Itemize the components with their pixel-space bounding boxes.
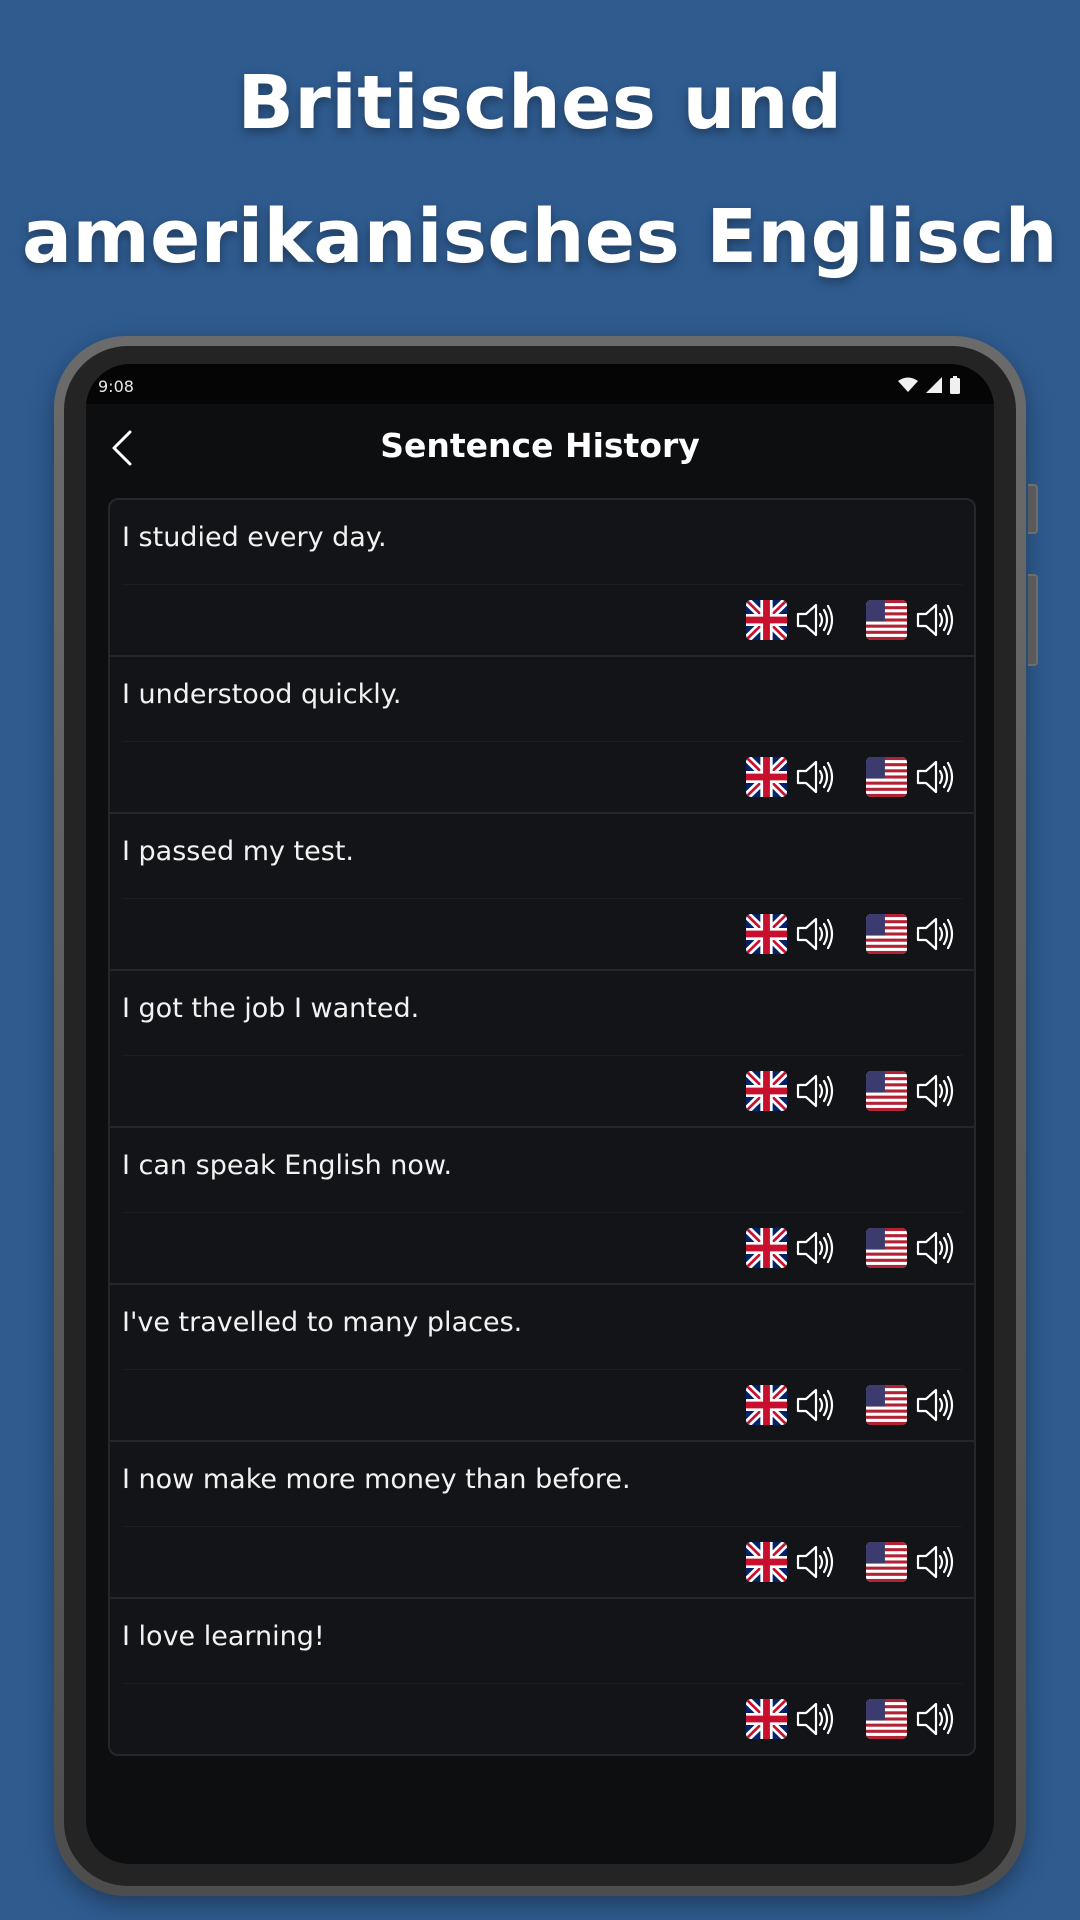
device-volume-button	[1028, 574, 1038, 666]
signal-icon	[926, 377, 942, 393]
sentence-row: I got the job I wanted.	[110, 971, 974, 1128]
row-divider	[122, 1526, 962, 1527]
app-bar: Sentence History	[86, 404, 994, 492]
us-flag-icon	[866, 757, 907, 797]
us-flag-icon	[866, 600, 907, 640]
play-us-audio-button[interactable]	[866, 1228, 955, 1268]
play-uk-audio-button[interactable]	[746, 1699, 835, 1739]
play-uk-audio-button[interactable]	[746, 914, 835, 954]
device-power-button	[1028, 484, 1038, 534]
speaker-icon	[916, 917, 954, 951]
status-time: 9:08	[98, 377, 134, 396]
play-uk-audio-button[interactable]	[746, 1228, 835, 1268]
us-flag-icon	[866, 1228, 907, 1268]
sentence-text: I now make more money than before.	[122, 1464, 631, 1495]
battery-icon	[950, 376, 960, 394]
speaker-icon	[916, 760, 954, 794]
sentence-text: I've travelled to many places.	[122, 1307, 523, 1338]
sentence-row: I can speak English now.	[110, 1128, 974, 1285]
uk-flag-icon	[746, 600, 787, 640]
speaker-icon	[796, 1545, 834, 1579]
sentence-text: I passed my test.	[122, 836, 354, 867]
status-icons	[898, 376, 960, 394]
wifi-icon	[898, 377, 918, 392]
us-flag-icon	[866, 1699, 907, 1739]
sentence-text: I understood quickly.	[122, 679, 402, 710]
speaker-icon	[916, 1231, 954, 1265]
speaker-icon	[796, 603, 834, 637]
sentence-text: I can speak English now.	[122, 1150, 453, 1181]
row-divider	[122, 898, 962, 899]
sentence-list: I studied every day. I understood quickl…	[108, 498, 976, 1756]
row-divider	[122, 1369, 962, 1370]
play-us-audio-button[interactable]	[866, 757, 955, 797]
us-flag-icon	[866, 914, 907, 954]
speaker-icon	[796, 1702, 834, 1736]
promo-headline-line-1: Britisches und	[237, 60, 843, 146]
uk-flag-icon	[746, 1699, 787, 1739]
promo-headline-line-2: amerikanisches Englisch	[22, 194, 1058, 280]
row-divider	[122, 584, 962, 585]
speaker-icon	[916, 1388, 954, 1422]
us-flag-icon	[866, 1542, 907, 1582]
play-us-audio-button[interactable]	[866, 600, 955, 640]
play-us-audio-button[interactable]	[866, 1699, 955, 1739]
sentence-text: I got the job I wanted.	[122, 993, 420, 1024]
sentence-row: I passed my test.	[110, 814, 974, 971]
uk-flag-icon	[746, 1542, 787, 1582]
play-us-audio-button[interactable]	[866, 1385, 955, 1425]
play-uk-audio-button[interactable]	[746, 1071, 835, 1111]
uk-flag-icon	[746, 1228, 787, 1268]
sentence-row: I now make more money than before.	[110, 1442, 974, 1599]
play-uk-audio-button[interactable]	[746, 1542, 835, 1582]
row-divider	[122, 1212, 962, 1213]
play-uk-audio-button[interactable]	[746, 600, 835, 640]
sentence-row: I love learning!	[110, 1599, 974, 1754]
us-flag-icon	[866, 1071, 907, 1111]
sentence-text: I studied every day.	[122, 522, 387, 553]
speaker-icon	[916, 603, 954, 637]
speaker-icon	[916, 1545, 954, 1579]
play-us-audio-button[interactable]	[866, 914, 955, 954]
us-flag-icon	[866, 1385, 907, 1425]
play-us-audio-button[interactable]	[866, 1542, 955, 1582]
promo-headline: Britisches und amerikanisches Englisch	[0, 36, 1080, 304]
play-us-audio-button[interactable]	[866, 1071, 955, 1111]
uk-flag-icon	[746, 1385, 787, 1425]
app-screen: 9:08 Sentence History I studied every da…	[86, 364, 994, 1864]
uk-flag-icon	[746, 1071, 787, 1111]
sentence-text: I love learning!	[122, 1621, 325, 1652]
sentence-row: I studied every day.	[110, 500, 974, 657]
speaker-icon	[796, 1231, 834, 1265]
speaker-icon	[796, 917, 834, 951]
row-divider	[122, 1055, 962, 1056]
speaker-icon	[796, 1388, 834, 1422]
page-title: Sentence History	[380, 426, 700, 465]
speaker-icon	[796, 1074, 834, 1108]
play-uk-audio-button[interactable]	[746, 1385, 835, 1425]
play-uk-audio-button[interactable]	[746, 757, 835, 797]
row-divider	[122, 741, 962, 742]
speaker-icon	[916, 1702, 954, 1736]
speaker-icon	[796, 760, 834, 794]
sentence-row: I've travelled to many places.	[110, 1285, 974, 1442]
sentence-row: I understood quickly.	[110, 657, 974, 814]
row-divider	[122, 1683, 962, 1684]
speaker-icon	[916, 1074, 954, 1108]
uk-flag-icon	[746, 914, 787, 954]
status-bar: 9:08	[86, 364, 994, 404]
uk-flag-icon	[746, 757, 787, 797]
